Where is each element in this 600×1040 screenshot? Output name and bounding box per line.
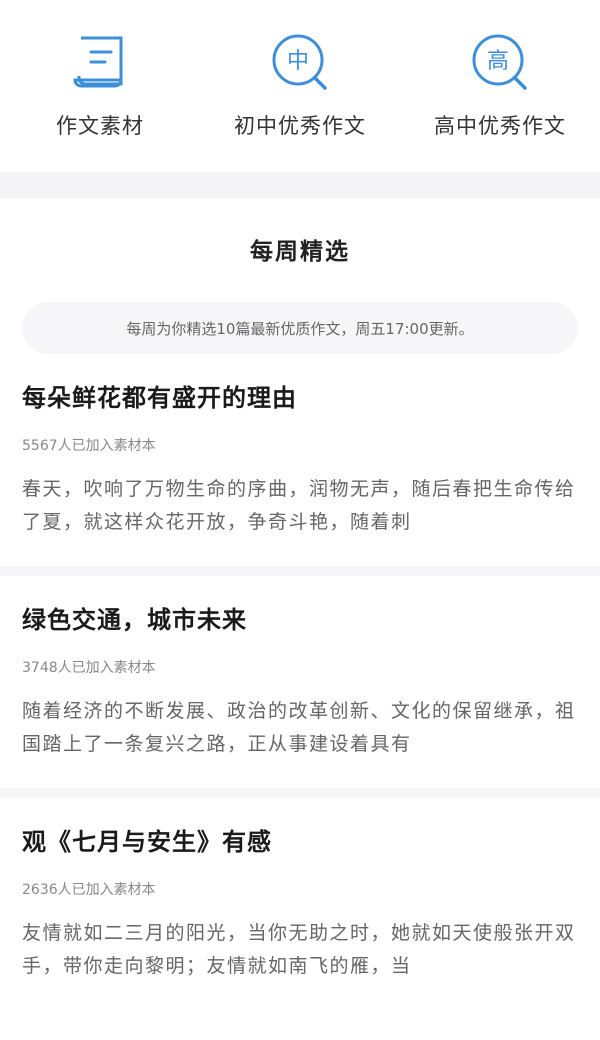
article-item[interactable]: 每朵鲜花都有盛开的理由 5567人已加入素材本 春天，吹响了万物生命的序曲，润物… <box>0 354 600 576</box>
weekly-notice-text: 每周为你精选10篇最新优质作文，周五17:00更新。 <box>126 319 474 338</box>
section-divider <box>0 172 600 198</box>
article-meta: 5567人已加入素材本 <box>22 438 156 454</box>
weekly-title: 每周精选 <box>250 239 350 265</box>
article-excerpt: 春天，吹响了万物生命的序曲，润物无声，随后春把生命传给了夏，就这样众花开放，争奇… <box>22 478 576 533</box>
article-title[interactable]: 观《七月与安生》有感 <box>22 798 578 857</box>
document-icon <box>73 36 123 88</box>
gao-search-icon: 高 <box>472 34 527 90</box>
article-title[interactable]: 绿色交通，城市未来 <box>22 576 578 635</box>
article-meta: 3748人已加入素材本 <box>22 660 156 676</box>
article-list: 每朵鲜花都有盛开的理由 5567人已加入素材本 春天，吹响了万物生命的序曲，润物… <box>0 354 600 1020</box>
nav-label: 高中优秀作文 <box>434 114 566 138</box>
gao-glyph: 高 <box>487 49 509 74</box>
nav-label: 初中优秀作文 <box>234 114 366 138</box>
article-title[interactable]: 每朵鲜花都有盛开的理由 <box>22 354 578 413</box>
nav-composition-material[interactable]: 作文素材 <box>10 30 190 140</box>
article-item[interactable]: 观《七月与安生》有感 2636人已加入素材本 友情就如二三月的阳光，当你无助之时… <box>0 798 600 1020</box>
article-item[interactable]: 绿色交通，城市未来 3748人已加入素材本 随着经济的不断发展、政治的改革创新、… <box>0 576 600 798</box>
nav-junior-essays[interactable]: 中 初中优秀作文 <box>210 30 390 140</box>
zhong-search-icon: 中 <box>272 34 327 90</box>
nav-label: 作文素材 <box>56 114 144 138</box>
zhong-glyph: 中 <box>287 49 309 74</box>
article-meta: 2636人已加入素材本 <box>22 882 156 898</box>
article-excerpt: 友情就如二三月的阳光，当你无助之时，她就如天使般张开双手，带你走向黎明；友情就如… <box>22 922 576 977</box>
weekly-notice: 每周为你精选10篇最新优质作文，周五17:00更新。 <box>22 302 578 354</box>
nav-senior-essays[interactable]: 高 高中优秀作文 <box>410 30 590 140</box>
article-excerpt: 随着经济的不断发展、政治的改革创新、文化的保留继承，祖国踏上了一条复兴之路，正从… <box>22 700 576 755</box>
category-nav: 作文素材 中 初中优秀作文 高 高中优秀作文 <box>0 0 600 172</box>
